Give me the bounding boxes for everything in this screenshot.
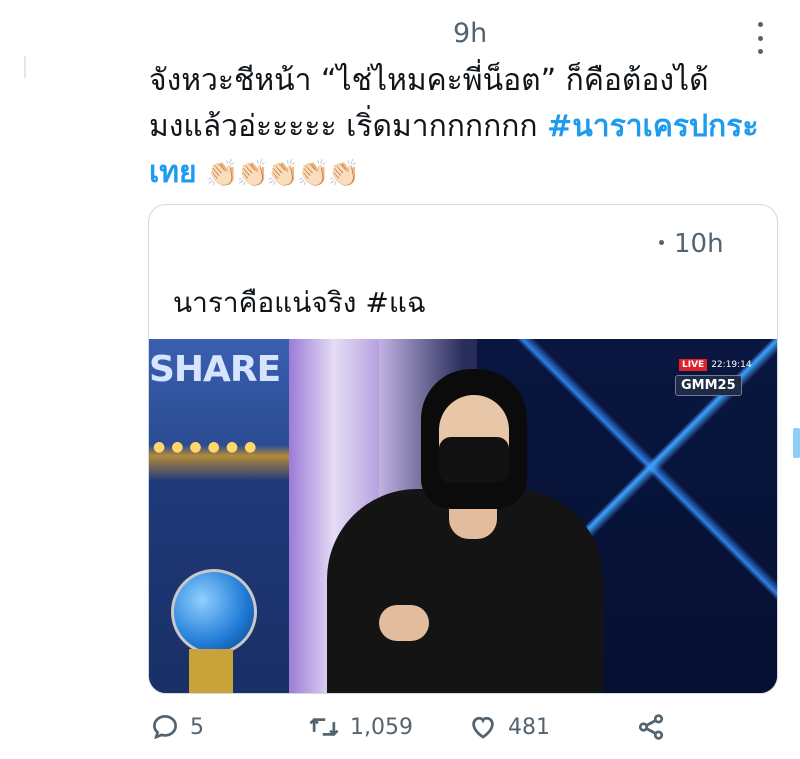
share-button[interactable] — [636, 712, 666, 742]
tweet-actions: 5 1,059 481 — [150, 712, 670, 752]
left-edge-mark — [24, 56, 26, 78]
clapping-hands-emoji: 👏🏻👏🏻👏🏻👏🏻👏🏻 — [206, 159, 360, 189]
reply-icon — [152, 714, 178, 740]
share-icon — [638, 714, 664, 740]
tweet-text-line-2: มงแล้วอ่ะะะะะ เริ่ดมากกกกกก #นาราเครปกระ… — [149, 104, 779, 197]
retweet-button[interactable]: 1,059 — [308, 712, 413, 742]
reply-count: 5 — [190, 714, 204, 740]
live-time: 22:19:14 — [711, 360, 752, 370]
studio-set-left: SHARE ●●●●●● — [149, 339, 289, 693]
retweet-count: 1,059 — [350, 714, 413, 740]
heart-icon — [472, 716, 494, 739]
like-count: 481 — [508, 714, 550, 740]
quoted-tweet-card[interactable]: 10h นาราคือแน่จริง #แฉ SHARE ●●●●●● LIVE… — [148, 204, 778, 694]
quoted-tweet-text: นาราคือแน่จริง #แฉ — [173, 286, 426, 319]
separator-dot — [659, 240, 664, 245]
live-badge: LIVE 22:19:14 — [679, 359, 752, 371]
tweet-timestamp[interactable]: 9h — [453, 18, 487, 49]
tweet-text: จังหวะชีหน้า “ไช่ไหมคะพี่น็อต” ก็คือต้อง… — [149, 58, 779, 197]
tweet-text-line-1: จังหวะชีหน้า “ไช่ไหมคะพี่น็อต” ก็คือต้อง… — [149, 63, 709, 98]
scrollbar-thumb[interactable] — [793, 428, 800, 458]
like-button[interactable]: 481 — [468, 712, 550, 742]
retweet-icon — [309, 717, 339, 737]
quoted-tweet-media[interactable]: SHARE ●●●●●● LIVE 22:19:14 GMM25 — [149, 339, 777, 693]
set-sign: SHARE — [149, 349, 281, 390]
quoted-tweet-timestamp[interactable]: 10h — [674, 229, 724, 259]
face-mask — [439, 437, 509, 483]
tweet-text-line-2-body: มงแล้วอ่ะะะะะ เริ่ดมากกกกกก — [149, 109, 548, 144]
globe-stand — [189, 649, 233, 693]
live-tag: LIVE — [679, 359, 708, 371]
reply-button[interactable]: 5 — [150, 712, 204, 742]
stage-lights: ●●●●●● — [153, 439, 263, 455]
channel-logo: GMM25 — [675, 375, 742, 396]
person-hand — [379, 605, 429, 641]
lottery-globe — [171, 569, 257, 655]
more-icon[interactable] — [754, 22, 766, 54]
